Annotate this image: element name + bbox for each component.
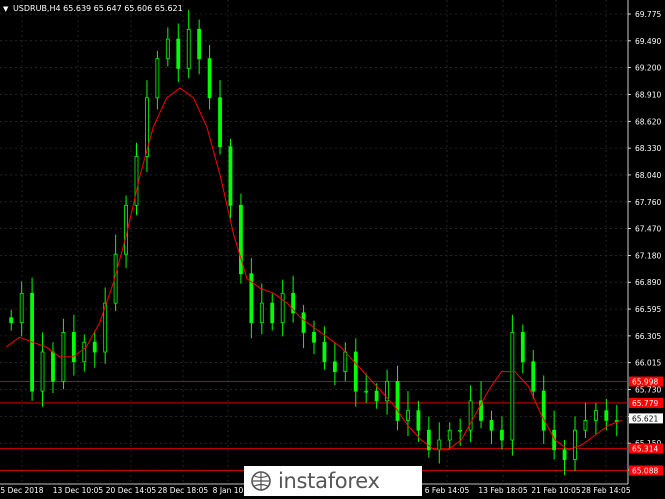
x-tick-label: 13 Dec 10:05 <box>53 486 104 495</box>
candle-body <box>531 361 536 392</box>
level-label: 65.998 <box>632 378 658 387</box>
y-tick-label: 66.890 <box>635 278 661 287</box>
candle-body <box>312 332 316 343</box>
candle-body <box>374 390 379 402</box>
y-tick-label: 67.180 <box>635 251 661 260</box>
y-tick-label: 66.015 <box>635 359 661 368</box>
chart-background <box>0 0 665 499</box>
candle-body <box>562 449 567 460</box>
candle-body <box>207 58 212 99</box>
candle-body <box>406 410 410 421</box>
logo-icon <box>251 471 271 491</box>
candle-body <box>541 390 546 431</box>
watermark-text: instaforex <box>278 469 380 493</box>
current-price-label: 65.621 <box>632 414 658 423</box>
ohlc-label: 65.639 65.647 65.606 65.621 <box>63 4 183 13</box>
x-tick-label: 6 Feb 14:05 <box>425 486 470 495</box>
candle-body <box>134 156 139 206</box>
y-tick-label: 69.490 <box>635 37 661 46</box>
y-tick-label: 68.620 <box>635 117 661 126</box>
candle-body <box>51 351 55 382</box>
candle-body <box>593 410 598 421</box>
candle-body <box>301 312 306 333</box>
candle-body <box>40 351 45 392</box>
candle-body <box>322 341 327 363</box>
y-tick-label: 67.470 <box>635 225 661 234</box>
candle-body <box>416 410 421 431</box>
candle-body <box>19 292 24 324</box>
candle-body <box>165 38 170 60</box>
candle-body <box>280 292 285 324</box>
candle-body <box>186 28 191 69</box>
candle-body <box>218 97 222 148</box>
chart-area[interactable]: 69.775 69.490 69.200 68.910 68.620 68.330 68.0… <box>0 0 665 499</box>
level-label: 65.779 <box>632 399 658 408</box>
candle-body <box>614 420 619 422</box>
candle-body <box>489 420 494 431</box>
candle-body <box>176 38 181 69</box>
candle-body <box>510 332 515 441</box>
y-tick-label: 65.730 <box>635 386 661 395</box>
symbol-label: USDRUB,H4 <box>12 4 61 13</box>
y-tick-label: 68.040 <box>635 171 661 180</box>
y-tick-label: 69.200 <box>635 64 661 73</box>
level-label: 65.088 <box>632 467 658 476</box>
x-tick-label: 5 Dec 2018 <box>0 486 43 495</box>
chart-title: ▼ USDRUB,H4 65.639 65.647 65.606 65.621 <box>3 4 183 13</box>
candle-body <box>92 341 97 353</box>
candle-body <box>82 341 87 363</box>
candle-body <box>604 410 609 421</box>
candle-body <box>458 429 463 432</box>
candle-body <box>573 429 577 460</box>
x-tick-label: 21 Feb 10:05 <box>531 486 580 495</box>
candle-body <box>197 28 202 60</box>
level-label: 65.314 <box>632 444 658 453</box>
candle-body <box>155 58 160 99</box>
y-tick-label: 68.910 <box>635 90 661 99</box>
candle-body <box>353 351 358 392</box>
candle-body <box>447 429 452 441</box>
candle-body <box>332 361 337 372</box>
x-tick-label: 8 Jan 10 <box>213 486 244 495</box>
candle-body <box>270 302 275 324</box>
candle-body <box>228 146 233 206</box>
watermark-logo: instaforex <box>244 466 422 496</box>
collapse-triangle-icon[interactable]: ▼ <box>3 5 8 13</box>
x-tick-label: 28 Feb 14:05 <box>581 486 630 495</box>
x-tick-label: 13 Feb 18:05 <box>478 486 527 495</box>
candle-body <box>583 420 588 431</box>
candle-body <box>437 439 442 451</box>
candle-body <box>9 317 14 324</box>
candle-body <box>343 351 348 372</box>
candle-body <box>364 390 369 393</box>
y-tick-label: 67.760 <box>635 198 661 207</box>
candle-body <box>259 302 264 324</box>
y-tick-label: 69.775 <box>635 10 661 19</box>
x-tick-label: 20 Dec 14:05 <box>106 486 157 495</box>
candle-body <box>395 380 400 421</box>
candle-body <box>520 332 525 363</box>
y-tick-label: 68.330 <box>635 144 661 153</box>
price-chart[interactable]: 69.775 69.490 69.200 68.910 68.620 68.330 68.0… <box>0 0 665 499</box>
y-tick-label: 66.305 <box>635 332 661 341</box>
candle-body <box>500 429 504 441</box>
y-tick-label: 66.595 <box>635 305 661 314</box>
x-tick-label: 28 Dec 18:05 <box>158 486 209 495</box>
